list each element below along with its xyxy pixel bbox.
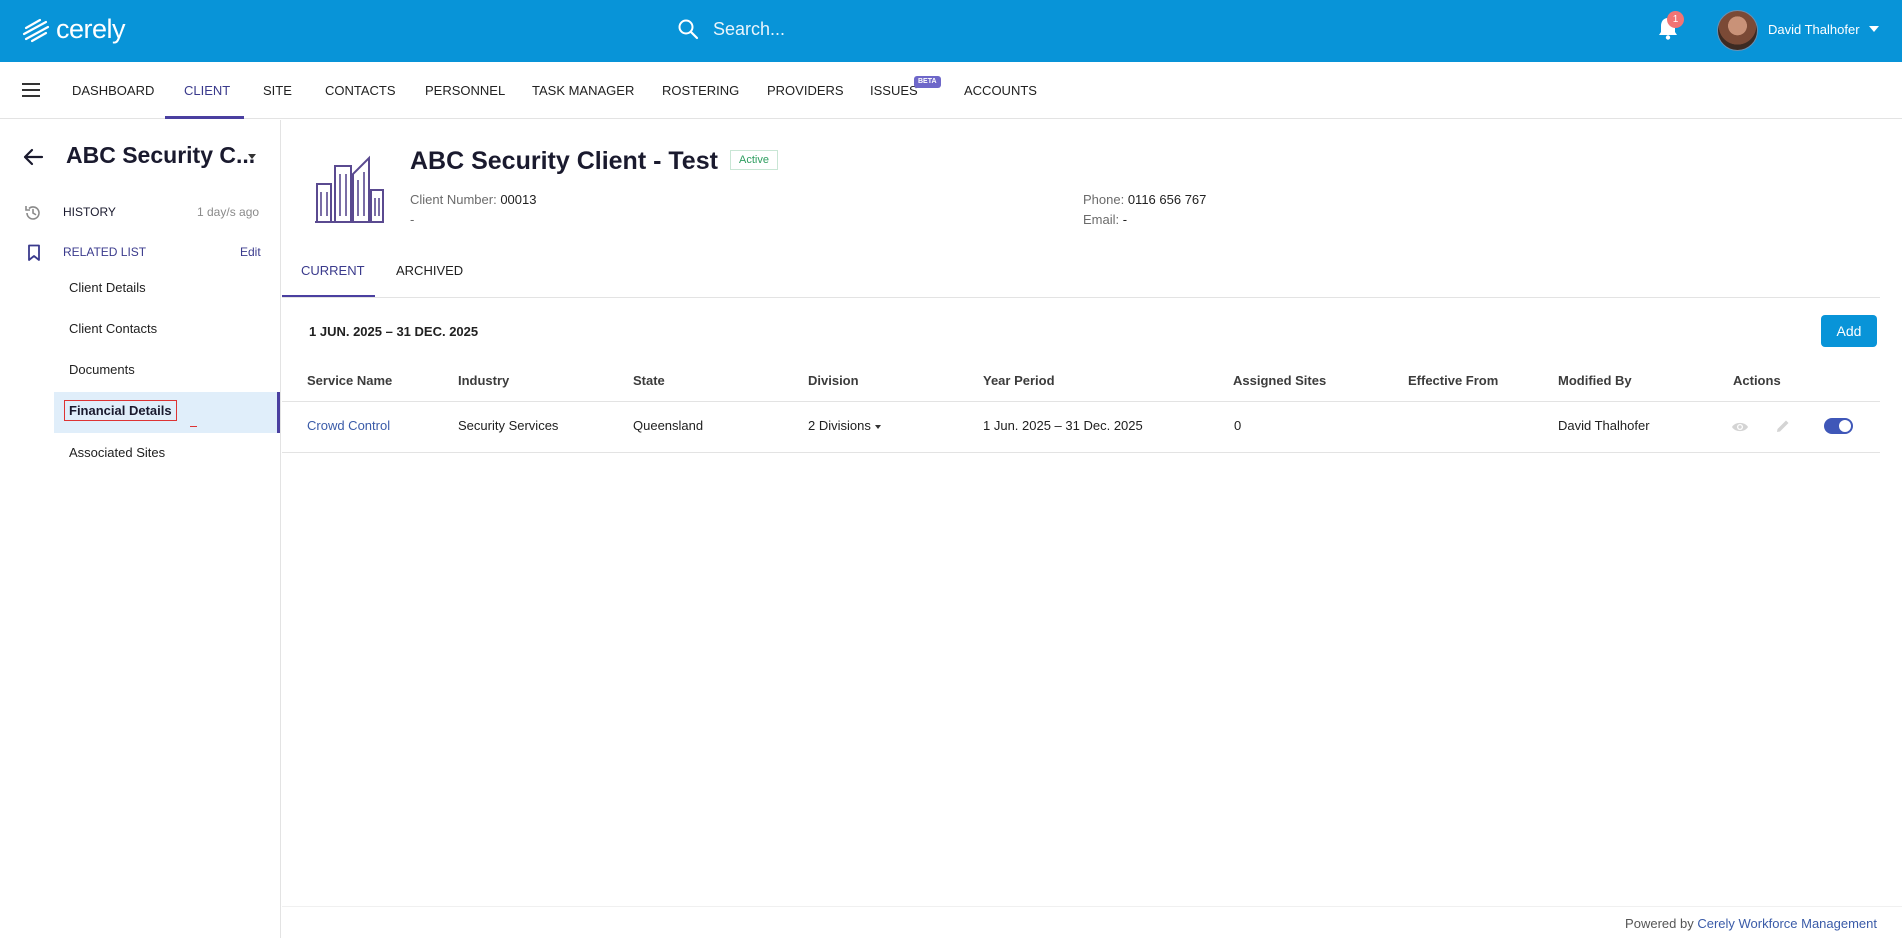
column-header-service-name[interactable]: Service Name [307, 373, 392, 388]
division-value: 2 Divisions [808, 418, 871, 433]
footer-prefix: Powered by [1625, 916, 1694, 931]
client-number-field: Client Number: 00013 [410, 192, 536, 207]
client-title[interactable]: ABC Security C... [66, 142, 255, 169]
menu-icon[interactable] [22, 83, 40, 97]
column-header-state[interactable]: State [633, 373, 665, 388]
edit-related-list-link[interactable]: Edit [240, 245, 261, 259]
eye-icon[interactable] [1731, 420, 1749, 434]
email-value: - [1122, 212, 1128, 227]
email-field: Email: - [1083, 212, 1127, 227]
column-header-industry[interactable]: Industry [458, 373, 509, 388]
year-period-cell: 1 Jun. 2025 – 31 Dec. 2025 [983, 418, 1143, 433]
nav-contacts[interactable]: CONTACTS [325, 62, 396, 119]
division-dropdown[interactable]: 2 Divisions [808, 418, 881, 433]
chevron-down-icon[interactable] [1869, 26, 1879, 32]
sidebar: ABC Security C... HISTORY 1 day/s ago RE… [0, 120, 281, 938]
sidebar-item-label[interactable]: Financial Details [64, 400, 177, 421]
bookmark-icon [28, 244, 40, 261]
caret-down-icon[interactable] [248, 154, 256, 159]
search-icon [678, 19, 699, 40]
sidebar-item-associated-sites[interactable]: Associated Sites [69, 445, 165, 460]
pencil-icon[interactable] [1775, 418, 1791, 434]
nav-active-indicator [165, 116, 244, 119]
column-header-year-period[interactable]: Year Period [983, 373, 1055, 388]
phone-field: Phone: 0116 656 767 [1083, 192, 1206, 207]
footer-link[interactable]: Cerely Workforce Management [1697, 916, 1877, 931]
sidebar-item-client-details[interactable]: Client Details [69, 280, 146, 295]
nav-rostering[interactable]: ROSTERING [662, 62, 739, 119]
footer-divider [282, 906, 1902, 907]
user-name[interactable]: David Thalhofer [1768, 22, 1860, 37]
cursor-mark [190, 426, 197, 427]
top-bar: cerely 1 David Thalhofer [0, 0, 1902, 62]
search-input[interactable] [713, 18, 1073, 40]
avatar[interactable] [1717, 10, 1758, 51]
column-header-actions: Actions [1733, 373, 1781, 388]
tab-archived[interactable]: ARCHIVED [396, 263, 463, 278]
nav-client[interactable]: CLIENT [184, 62, 230, 119]
caret-down-icon [874, 424, 881, 429]
column-header-assigned-sites[interactable]: Assigned Sites [1233, 373, 1326, 388]
period-label: 1 JUN. 2025 – 31 DEC. 2025 [309, 324, 479, 339]
toggle-knob [1839, 420, 1851, 432]
modified-by-cell: David Thalhofer [1558, 418, 1650, 433]
history-label[interactable]: HISTORY [63, 205, 116, 219]
back-arrow-icon[interactable] [22, 148, 44, 166]
column-header-division[interactable]: Division [808, 373, 859, 388]
building-icon [315, 155, 384, 223]
assigned-sites-cell: 0 [1234, 418, 1242, 433]
history-time: 1 day/s ago [197, 205, 260, 219]
email-label: Email: [1083, 212, 1120, 227]
nav-dashboard[interactable]: DASHBOARD [72, 62, 154, 119]
phone-label: Phone: [1083, 192, 1125, 207]
page-title: ABC Security Client - Test [410, 147, 718, 175]
nav-providers[interactable]: PROVIDERS [767, 62, 844, 119]
service-name-link[interactable]: Crowd Control [307, 418, 390, 433]
sidebar-item-documents[interactable]: Documents [69, 362, 135, 377]
related-list-label: RELATED LIST [63, 245, 147, 259]
column-header-modified-by[interactable]: Modified By [1558, 373, 1632, 388]
nav-issues[interactable]: ISSUES [870, 62, 918, 119]
nav-task-manager[interactable]: TASK MANAGER [532, 62, 634, 119]
notification-badge: 1 [1667, 11, 1684, 28]
search-bar [677, 18, 1073, 40]
table-header-divider [282, 401, 1880, 402]
client-secondary-value: - [410, 212, 415, 227]
nav-site[interactable]: SITE [263, 62, 292, 119]
industry-cell: Security Services [458, 418, 559, 433]
history-icon [25, 206, 40, 220]
main-nav: DASHBOARD CLIENT SITE CONTACTS PERSONNEL… [0, 62, 1902, 119]
client-number-label: Client Number: [410, 192, 497, 207]
status-badge: Active [730, 150, 778, 170]
tabs-divider [282, 297, 1880, 298]
beta-badge: BETA [914, 76, 941, 88]
client-number-value: 00013 [500, 192, 537, 207]
column-header-effective-from[interactable]: Effective From [1408, 373, 1498, 388]
cerely-logo[interactable]: cerely [22, 14, 126, 45]
phone-value: 0116 656 767 [1127, 192, 1207, 207]
sidebar-item-client-contacts[interactable]: Client Contacts [69, 321, 157, 336]
table-row-divider [282, 452, 1880, 453]
logo-icon [22, 18, 50, 42]
active-toggle[interactable] [1824, 418, 1853, 434]
tab-current[interactable]: CURRENT [301, 263, 365, 278]
add-button[interactable]: Add [1821, 315, 1877, 347]
state-cell: Queensland [633, 418, 704, 433]
nav-accounts[interactable]: ACCOUNTS [964, 62, 1037, 119]
nav-personnel[interactable]: PERSONNEL [425, 62, 505, 119]
logo-text: cerely [56, 14, 126, 44]
footer: Powered by Cerely Workforce Management [1625, 916, 1877, 931]
